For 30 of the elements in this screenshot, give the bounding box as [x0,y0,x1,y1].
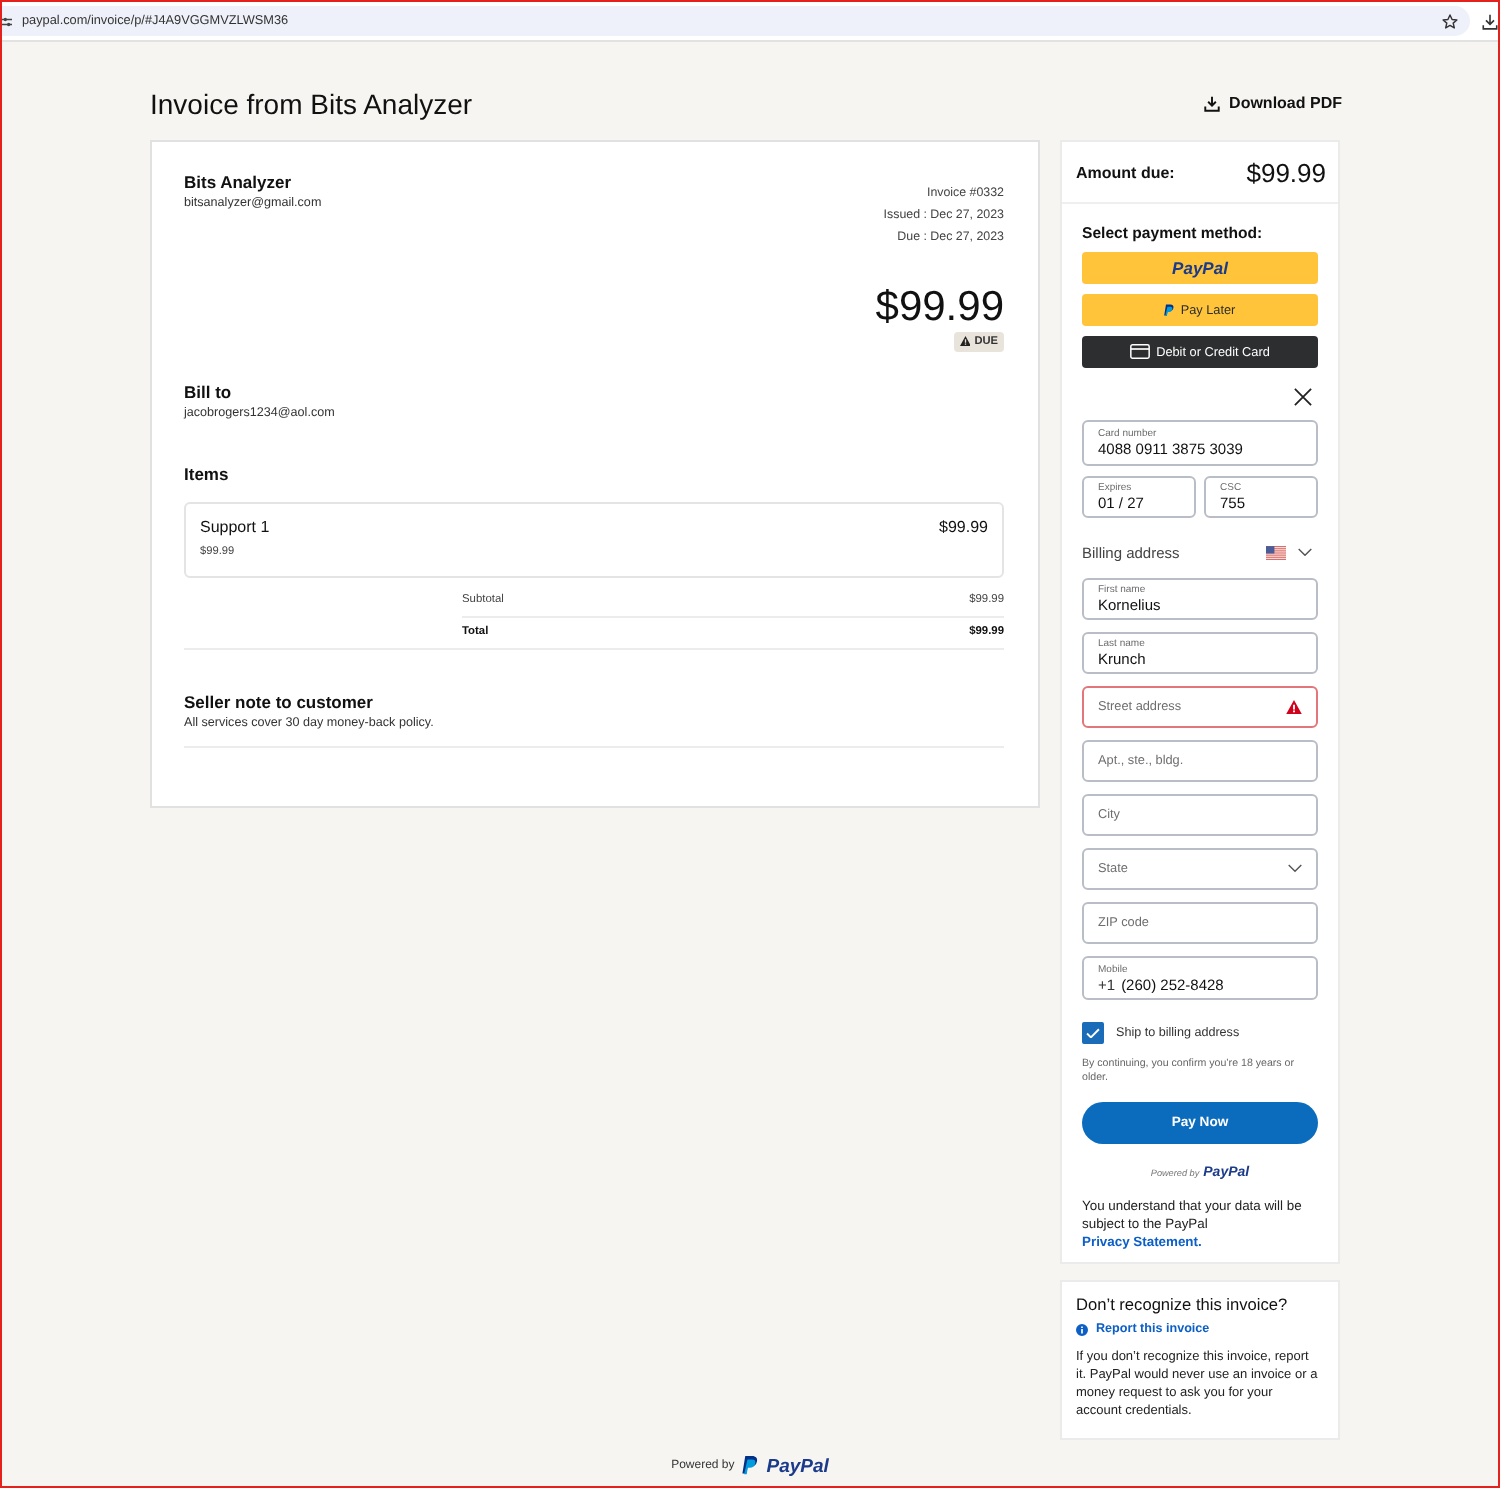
chevron-down-icon [1288,864,1302,874]
logo-wordmark: PayPal [766,1455,829,1477]
bill-to-heading: Bill to [184,382,234,404]
items-heading: Items [184,464,231,486]
flag-icon[interactable] [1266,545,1286,559]
chevron-down-icon[interactable] [1298,547,1312,557]
invoice-amount: $99.99 [873,283,1004,331]
check-icon [1086,1027,1100,1039]
info-icon [1076,1323,1088,1335]
close-icon[interactable] [1294,387,1312,405]
amount-due-label: Amount due: [1076,163,1175,181]
p-logo-icon [1164,303,1175,317]
card-icon [1130,344,1151,360]
warning-icon [959,336,971,346]
p-logo-icon [742,1456,759,1476]
checkbox[interactable] [1082,1022,1104,1044]
paypal-button[interactable]: PayPal [1082,252,1318,284]
item-amount: $99.99 [939,515,988,539]
report-title: Don’t recognize this invoice? [1076,1294,1290,1316]
site-settings-icon[interactable] [2,15,12,27]
download-icon [1203,95,1220,111]
download-icon[interactable] [1482,13,1498,29]
seller-note-heading: Seller note to customer [184,692,375,714]
star-icon[interactable] [1442,13,1458,29]
page-title: Invoice from Bits Analyzer [150,87,473,119]
amount-due-value: $99.99 [1246,157,1326,187]
download-pdf-button[interactable]: Download PDF [1203,94,1342,112]
item-name: Support 1 [200,515,270,539]
seller-name: Bits Analyzer [184,170,294,194]
warning-icon [1286,700,1302,714]
